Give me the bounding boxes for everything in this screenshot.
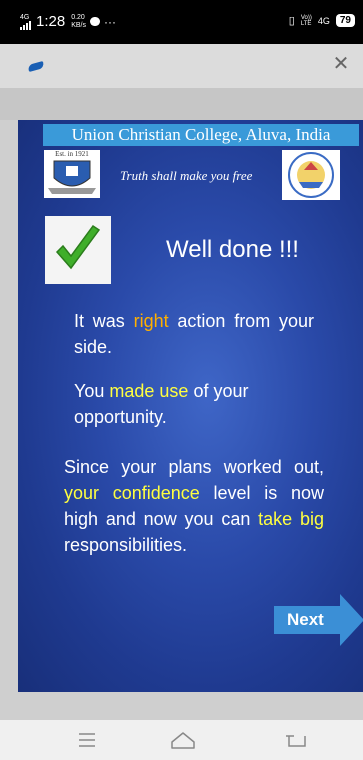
- bottom-spacer: [0, 692, 363, 720]
- network-type: 4G: [317, 15, 330, 26]
- feedback-paragraph-2: You made use of your opportunity.: [74, 381, 249, 427]
- signal-icon: 4G: [20, 14, 32, 30]
- chat-bubble-icon: [90, 17, 100, 26]
- home-icon[interactable]: [168, 728, 198, 752]
- college-crest-left: Est. in 1921: [44, 150, 100, 198]
- status-right: ▯ Vo)) LTE 4G 79: [289, 14, 355, 27]
- status-bar: 4G 1:28 0.20 KB/s ··· ▯ Vo)) LTE 4G 79: [0, 0, 363, 44]
- app-bar: ✕: [0, 44, 363, 88]
- checkmark-icon: [45, 216, 111, 284]
- next-button[interactable]: Next: [287, 610, 324, 630]
- feedback-paragraph-1: It was right action from your side.: [74, 311, 314, 357]
- college-banner: Union Christian College, Aluva, India: [43, 124, 359, 146]
- slide-content: Union Christian College, Aluva, India Es…: [18, 120, 363, 692]
- close-icon[interactable]: ✕: [329, 52, 353, 76]
- system-nav-bar: [0, 720, 363, 760]
- vibrate-icon: ▯: [288, 15, 295, 27]
- feedback-paragraph-3: Since your plans worked out, your confid…: [64, 457, 325, 555]
- college-crest-right: [282, 150, 340, 200]
- top-spacer: [0, 88, 363, 120]
- net-speed: 0.20 KB/s: [71, 13, 86, 29]
- app-logo-icon: [27, 61, 45, 72]
- volte-icon: Vo)) LTE: [300, 14, 312, 27]
- college-motto: Truth shall make you free: [120, 168, 253, 183]
- battery-icon: 79: [335, 14, 355, 27]
- status-left: 4G 1:28 0.20 KB/s ···: [20, 13, 116, 30]
- menu-icon[interactable]: [72, 728, 102, 752]
- feedback-heading: Well done !!!: [166, 236, 299, 263]
- back-icon[interactable]: [282, 728, 312, 752]
- more-dots-icon: ···: [104, 14, 116, 29]
- clock: 1:28: [36, 13, 66, 30]
